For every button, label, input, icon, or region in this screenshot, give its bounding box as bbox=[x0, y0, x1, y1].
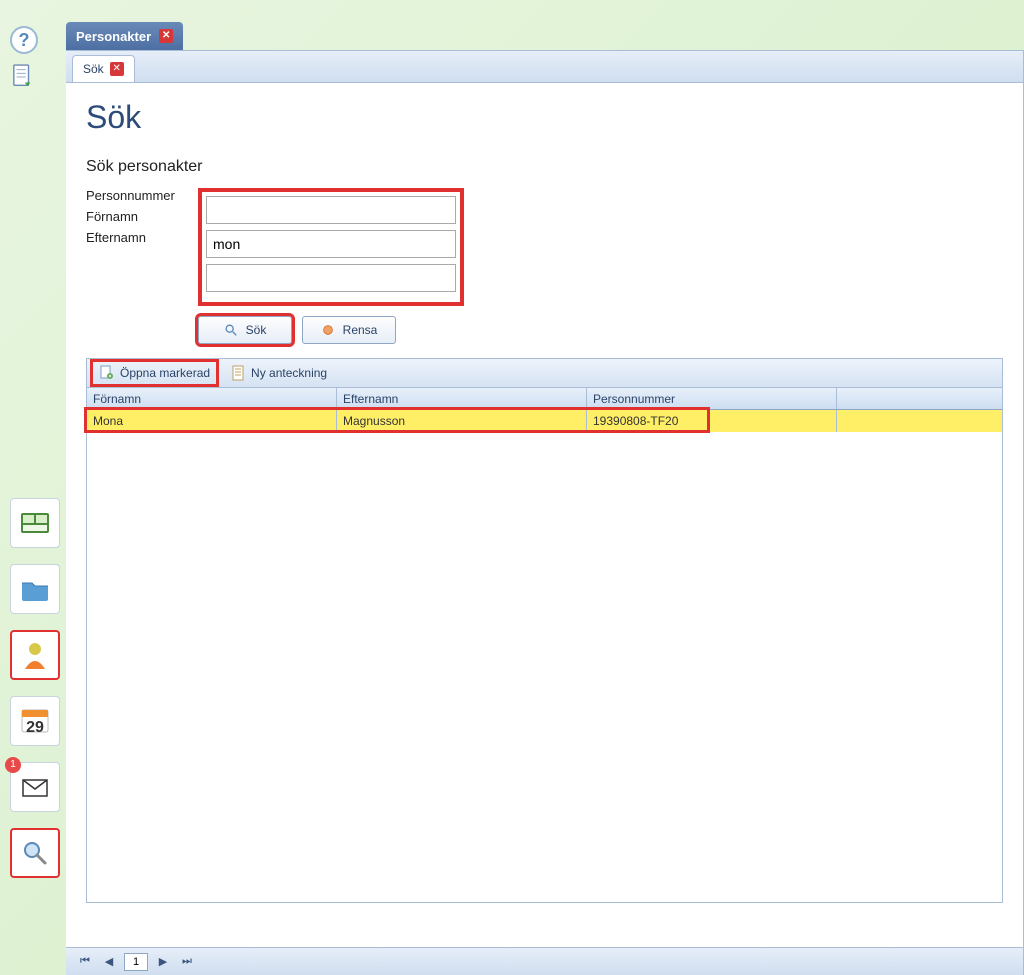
cell-extra bbox=[837, 410, 1002, 432]
window-tab-label: Personakter bbox=[76, 29, 151, 44]
search-button-label: Sök bbox=[246, 323, 267, 337]
table-row[interactable]: Mona Magnusson 19390808-TF20 bbox=[87, 410, 1002, 432]
clear-button-label: Rensa bbox=[343, 323, 378, 337]
clear-button[interactable]: Rensa bbox=[302, 316, 396, 344]
grid-header-row: Förnamn Efternamn Personnummer bbox=[87, 388, 1002, 410]
open-selected-button[interactable]: Öppna markerad bbox=[93, 362, 216, 384]
cell-efternamn: Magnusson bbox=[337, 410, 587, 432]
personnummer-input[interactable] bbox=[206, 196, 456, 224]
mail-badge: 1 bbox=[5, 757, 21, 773]
document-icon[interactable] bbox=[12, 64, 34, 90]
help-icon[interactable]: ? bbox=[10, 26, 38, 54]
col-header-extra bbox=[837, 388, 1002, 409]
inner-tabbar: Sök ✕ bbox=[66, 51, 1023, 83]
pager-next-icon[interactable]: ▶ bbox=[154, 953, 172, 971]
col-header-fornamn[interactable]: Förnamn bbox=[87, 388, 337, 409]
results-toolbar: Öppna markerad Ny anteckning bbox=[86, 358, 1003, 388]
efternamn-input[interactable] bbox=[206, 264, 456, 292]
mail-button[interactable]: 1 bbox=[10, 762, 60, 812]
person-button[interactable] bbox=[10, 630, 60, 680]
close-icon[interactable]: ✕ bbox=[159, 29, 173, 43]
new-note-button[interactable]: Ny anteckning bbox=[224, 362, 333, 384]
fornamn-input[interactable] bbox=[206, 230, 456, 258]
page-title: Sök bbox=[86, 99, 1003, 136]
efternamn-label: Efternamn bbox=[86, 230, 198, 245]
grid-empty-body bbox=[87, 432, 1002, 902]
pager-first-icon[interactable]: ⏮ bbox=[76, 953, 94, 971]
pager: ⏮ ◀ ▶ ⏭ bbox=[66, 947, 1023, 975]
search-submit-button[interactable]: Sök bbox=[198, 316, 292, 344]
pager-prev-icon[interactable]: ◀ bbox=[100, 953, 118, 971]
inputs-highlight bbox=[198, 188, 464, 306]
pager-page-input[interactable] bbox=[124, 953, 148, 971]
window-tab-personakter[interactable]: Personakter ✕ bbox=[66, 22, 183, 50]
calendar-day: 29 bbox=[26, 719, 44, 737]
col-header-personnummer[interactable]: Personnummer bbox=[587, 388, 837, 409]
cell-fornamn: Mona bbox=[87, 410, 337, 432]
folder-button[interactable] bbox=[10, 564, 60, 614]
results-grid: Förnamn Efternamn Personnummer Mona Magn… bbox=[86, 388, 1003, 903]
new-note-label: Ny anteckning bbox=[251, 366, 327, 380]
col-header-efternamn[interactable]: Efternamn bbox=[337, 388, 587, 409]
open-selected-label: Öppna markerad bbox=[120, 366, 210, 380]
section-title: Sök personakter bbox=[86, 158, 1003, 176]
search-button[interactable] bbox=[10, 828, 60, 878]
fornamn-label: Förnamn bbox=[86, 209, 198, 224]
calendar-button[interactable]: 29 bbox=[10, 696, 60, 746]
tab-sok-label: Sök bbox=[83, 62, 104, 76]
dashboard-button[interactable] bbox=[10, 498, 60, 548]
personnummer-label: Personnummer bbox=[86, 188, 198, 203]
cell-personnummer: 19390808-TF20 bbox=[587, 410, 837, 432]
pager-last-icon[interactable]: ⏭ bbox=[178, 953, 196, 971]
close-icon[interactable]: ✕ bbox=[110, 62, 124, 76]
tab-sok[interactable]: Sök ✕ bbox=[72, 55, 135, 82]
